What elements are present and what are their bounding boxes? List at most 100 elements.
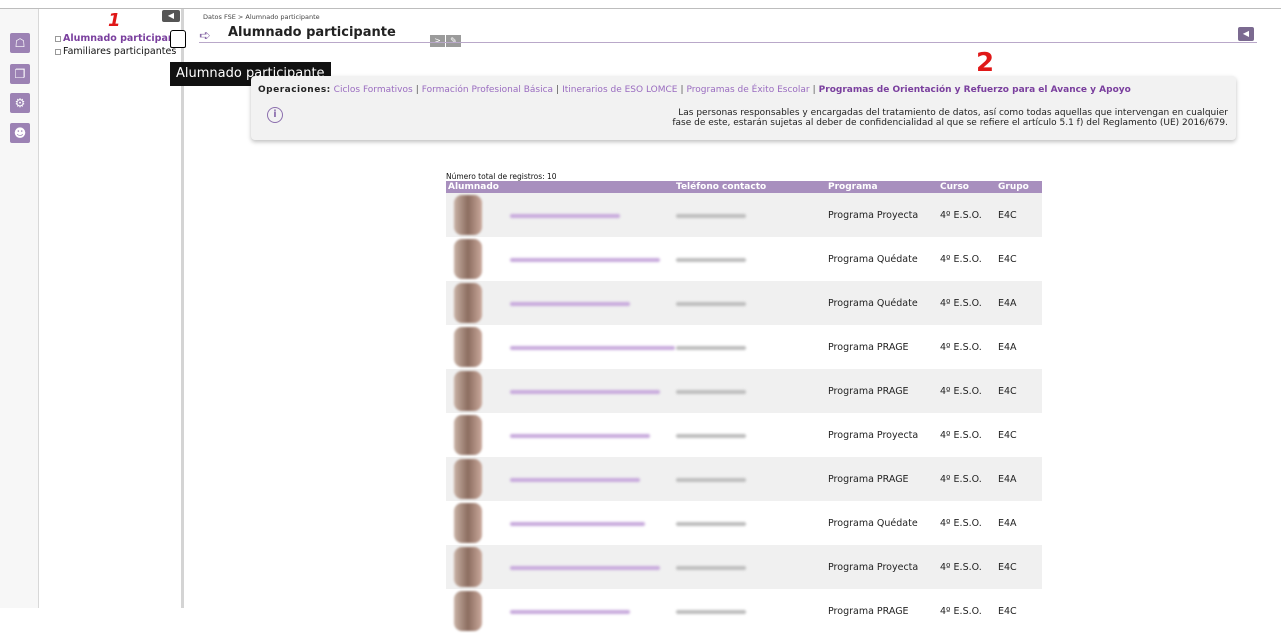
table-row[interactable]: Programa PRAGE 4º E.S.O. E4C bbox=[446, 369, 1042, 413]
blurred-photo bbox=[454, 371, 482, 411]
separator: | bbox=[556, 85, 560, 95]
blurred-photo bbox=[454, 503, 482, 543]
table-row[interactable]: Programa PRAGE 4º E.S.O. E4A bbox=[446, 325, 1042, 369]
col-telefono[interactable]: Teléfono contacto bbox=[676, 181, 828, 193]
cell-curso: 4º E.S.O. bbox=[940, 413, 998, 457]
cell-programa: Programa PRAGE bbox=[828, 589, 940, 633]
menu-item-label: Alumnado participante bbox=[63, 33, 186, 44]
blurred-name bbox=[510, 433, 650, 438]
cell-programa: Programa Proyecta bbox=[828, 193, 940, 237]
student-name[interactable] bbox=[506, 501, 676, 545]
blurred-phone bbox=[676, 477, 746, 482]
cell-grupo: E4C bbox=[998, 545, 1042, 589]
student-photo bbox=[446, 281, 506, 325]
notice-line: fase de este, estarán sujetas al deber d… bbox=[672, 118, 1228, 128]
cell-grupo: E4C bbox=[998, 413, 1042, 457]
link-fp-basica[interactable]: Formación Profesional Básica bbox=[422, 85, 553, 95]
confidentiality-notice: Las personas responsables y encargadas d… bbox=[548, 108, 1228, 128]
student-photo bbox=[446, 369, 506, 413]
operations-panel: Operaciones: Ciclos Formativos | Formación… bbox=[251, 76, 1236, 140]
cell-grupo: E4C bbox=[998, 589, 1042, 633]
col-grupo[interactable]: Grupo bbox=[998, 181, 1042, 193]
student-name[interactable] bbox=[506, 413, 676, 457]
blurred-name bbox=[510, 565, 660, 570]
nav-buttons: > ✎ bbox=[430, 28, 462, 47]
blurred-name bbox=[510, 257, 660, 262]
student-name[interactable] bbox=[506, 237, 676, 281]
operations-label: Operaciones: bbox=[258, 85, 331, 95]
export-icon[interactable]: ✎ bbox=[446, 35, 461, 47]
cell-curso: 4º E.S.O. bbox=[940, 325, 998, 369]
cell-curso: 4º E.S.O. bbox=[940, 193, 998, 237]
page-title: Alumnado participante bbox=[228, 25, 396, 40]
blurred-photo bbox=[454, 591, 482, 631]
student-name[interactable] bbox=[506, 589, 676, 633]
link-itinerarios-eso[interactable]: Itinerarios de ESO LOMCE bbox=[562, 85, 677, 95]
student-name[interactable] bbox=[506, 281, 676, 325]
user-icon[interactable]: ☻ bbox=[10, 123, 30, 143]
student-photo bbox=[446, 545, 506, 589]
table-row[interactable]: Programa Quédate 4º E.S.O. E4A bbox=[446, 281, 1042, 325]
blurred-name bbox=[510, 609, 630, 614]
student-phone bbox=[676, 545, 828, 589]
student-photo bbox=[446, 325, 506, 369]
cell-programa: Programa PRAGE bbox=[828, 457, 940, 501]
cell-grupo: E4A bbox=[998, 501, 1042, 545]
total-records: Número total de registros: 10 bbox=[446, 172, 557, 181]
student-phone bbox=[676, 193, 828, 237]
home-icon[interactable]: ☖ bbox=[10, 33, 30, 53]
student-photo bbox=[446, 413, 506, 457]
arrow-left-icon: ◀ bbox=[167, 11, 175, 20]
table-row[interactable]: Programa Proyecta 4º E.S.O. E4C bbox=[446, 545, 1042, 589]
table-row[interactable]: Programa Quédate 4º E.S.O. E4C bbox=[446, 237, 1042, 281]
collapse-right-button[interactable]: ◀ bbox=[1238, 27, 1254, 41]
link-prage[interactable]: Programas de Orientación y Refuerzo para… bbox=[819, 85, 1131, 95]
cell-programa: Programa PRAGE bbox=[828, 325, 940, 369]
operations-links: Operaciones: Ciclos Formativos | Formación… bbox=[258, 85, 1131, 95]
cell-programa: Programa Proyecta bbox=[828, 545, 940, 589]
col-alumnado[interactable]: Alumnado bbox=[446, 181, 676, 193]
cell-curso: 4º E.S.O. bbox=[940, 237, 998, 281]
link-exito-escolar[interactable]: Programas de Éxito Escolar bbox=[687, 85, 810, 95]
table-row[interactable]: Programa Proyecta 4º E.S.O. E4C bbox=[446, 193, 1042, 237]
blurred-name bbox=[510, 345, 675, 350]
table-row[interactable]: Programa Proyecta 4º E.S.O. E4C bbox=[446, 413, 1042, 457]
gear-icon[interactable]: ⚙ bbox=[10, 93, 30, 113]
student-name[interactable] bbox=[506, 545, 676, 589]
student-phone bbox=[676, 237, 828, 281]
blurred-photo bbox=[454, 415, 482, 455]
table-row[interactable]: Programa Quédate 4º E.S.O. E4A bbox=[446, 501, 1042, 545]
copy-icon[interactable]: ❐ bbox=[10, 64, 30, 84]
cell-programa: Programa Quédate bbox=[828, 237, 940, 281]
menu-item-alumnado-participante[interactable]: Alumnado participante bbox=[55, 33, 186, 44]
student-name[interactable] bbox=[506, 325, 676, 369]
link-ciclos-formativos[interactable]: Ciclos Formativos bbox=[334, 85, 413, 95]
blurred-photo bbox=[454, 239, 482, 279]
menu-item-label: Familiares participantes bbox=[63, 46, 177, 57]
table-row[interactable]: Programa PRAGE 4º E.S.O. E4A bbox=[446, 457, 1042, 501]
student-photo bbox=[446, 237, 506, 281]
blurred-phone bbox=[676, 389, 746, 394]
student-name[interactable] bbox=[506, 457, 676, 501]
student-phone bbox=[676, 281, 828, 325]
menu-item-familiares-participantes[interactable]: Familiares participantes bbox=[55, 46, 176, 57]
cell-programa: Programa Quédate bbox=[828, 501, 940, 545]
blurred-phone bbox=[676, 433, 746, 438]
student-phone bbox=[676, 589, 828, 633]
next-icon[interactable]: > bbox=[430, 35, 445, 47]
col-curso[interactable]: Curso bbox=[940, 181, 998, 193]
cell-curso: 4º E.S.O. bbox=[940, 545, 998, 589]
annotation-two: 2 bbox=[976, 48, 995, 78]
blurred-phone bbox=[676, 213, 746, 218]
collapse-menu-button[interactable]: ◀ bbox=[162, 10, 180, 22]
arrow-left-icon: ◀ bbox=[1242, 29, 1250, 38]
col-programa[interactable]: Programa bbox=[828, 181, 940, 193]
cell-curso: 4º E.S.O. bbox=[940, 589, 998, 633]
student-name[interactable] bbox=[506, 369, 676, 413]
table-row[interactable]: Programa PRAGE 4º E.S.O. E4C bbox=[446, 589, 1042, 633]
cell-grupo: E4C bbox=[998, 369, 1042, 413]
cell-grupo: E4C bbox=[998, 237, 1042, 281]
cell-grupo: E4C bbox=[998, 193, 1042, 237]
blurred-photo bbox=[454, 195, 482, 235]
student-name[interactable] bbox=[506, 193, 676, 237]
